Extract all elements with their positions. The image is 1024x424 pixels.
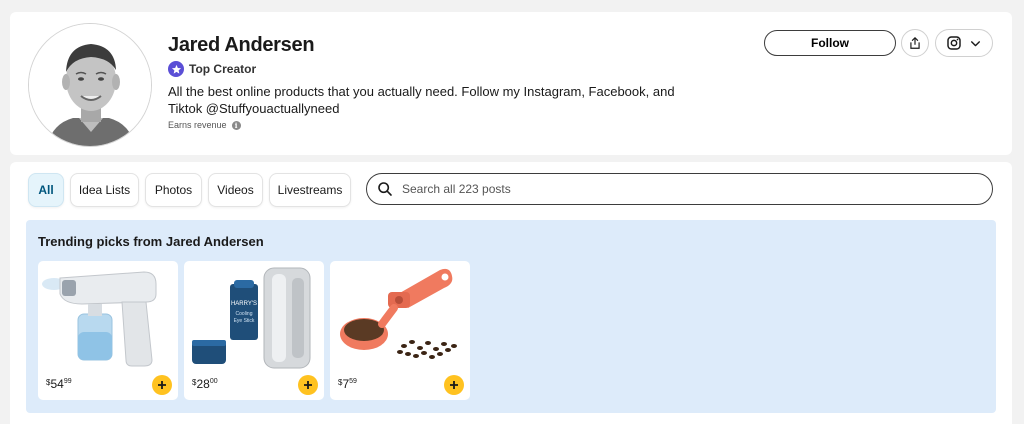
product-card[interactable]: HARRY'S Cooling Eye Stick $ 28 00: [184, 261, 324, 400]
trending-title: Trending picks from Jared Andersen: [38, 234, 264, 249]
coffee-scoop-image: [334, 264, 466, 372]
profile-card: Jared Andersen Top Creator All the best …: [10, 12, 1012, 155]
search-input[interactable]: Search all 223 posts: [366, 173, 993, 205]
tab-photos[interactable]: Photos: [145, 173, 202, 207]
chevron-down-icon: [971, 40, 981, 46]
add-to-cart-button[interactable]: [152, 375, 172, 395]
product-label-text: Eye Stick: [234, 318, 255, 324]
avatar-image: [29, 24, 151, 146]
trending-panel: Trending picks from Jared Andersen $ 54 …: [26, 220, 996, 413]
earns-revenue: Earns revenue i: [168, 120, 241, 130]
product-label-text: HARRY'S: [231, 301, 257, 307]
search-icon: [378, 182, 392, 196]
avatar[interactable]: [28, 23, 152, 147]
social-links-button[interactable]: [935, 29, 993, 57]
content-card: All Idea Lists Photos Videos Livestreams…: [10, 162, 1012, 424]
plus-icon: [450, 381, 458, 389]
plus-icon: [304, 381, 312, 389]
product-label-text: Cooling: [236, 311, 253, 317]
tab-all[interactable]: All: [28, 173, 64, 207]
tab-videos[interactable]: Videos: [208, 173, 263, 207]
cooling-eye-stick-image: HARRY'S Cooling Eye Stick: [188, 264, 320, 372]
add-to-cart-button[interactable]: [444, 375, 464, 395]
badge-label: Top Creator: [189, 62, 257, 76]
search-placeholder: Search all 223 posts: [402, 182, 511, 196]
product-price: $ 7 59: [338, 377, 357, 391]
sanitizer-spray-gun-image: [42, 264, 174, 372]
product-card[interactable]: $ 54 99: [38, 261, 178, 400]
profile-bio: All the best online products that you ac…: [168, 84, 675, 116]
top-creator-badge: Top Creator: [168, 61, 256, 77]
plus-icon: [158, 381, 166, 389]
earns-revenue-label: Earns revenue: [168, 120, 227, 130]
star-icon: [168, 61, 184, 77]
add-to-cart-button[interactable]: [298, 375, 318, 395]
profile-name: Jared Andersen: [168, 34, 315, 56]
instagram-icon: [947, 36, 961, 50]
follow-button[interactable]: Follow: [764, 30, 896, 56]
share-button[interactable]: [901, 29, 929, 57]
tab-livestreams[interactable]: Livestreams: [269, 173, 351, 207]
info-icon[interactable]: i: [231, 120, 241, 130]
tab-idea-lists[interactable]: Idea Lists: [70, 173, 139, 207]
product-price: $ 54 99: [46, 377, 72, 391]
share-icon: [910, 37, 920, 49]
product-card[interactable]: $ 7 59: [330, 261, 470, 400]
product-price: $ 28 00: [192, 377, 218, 391]
